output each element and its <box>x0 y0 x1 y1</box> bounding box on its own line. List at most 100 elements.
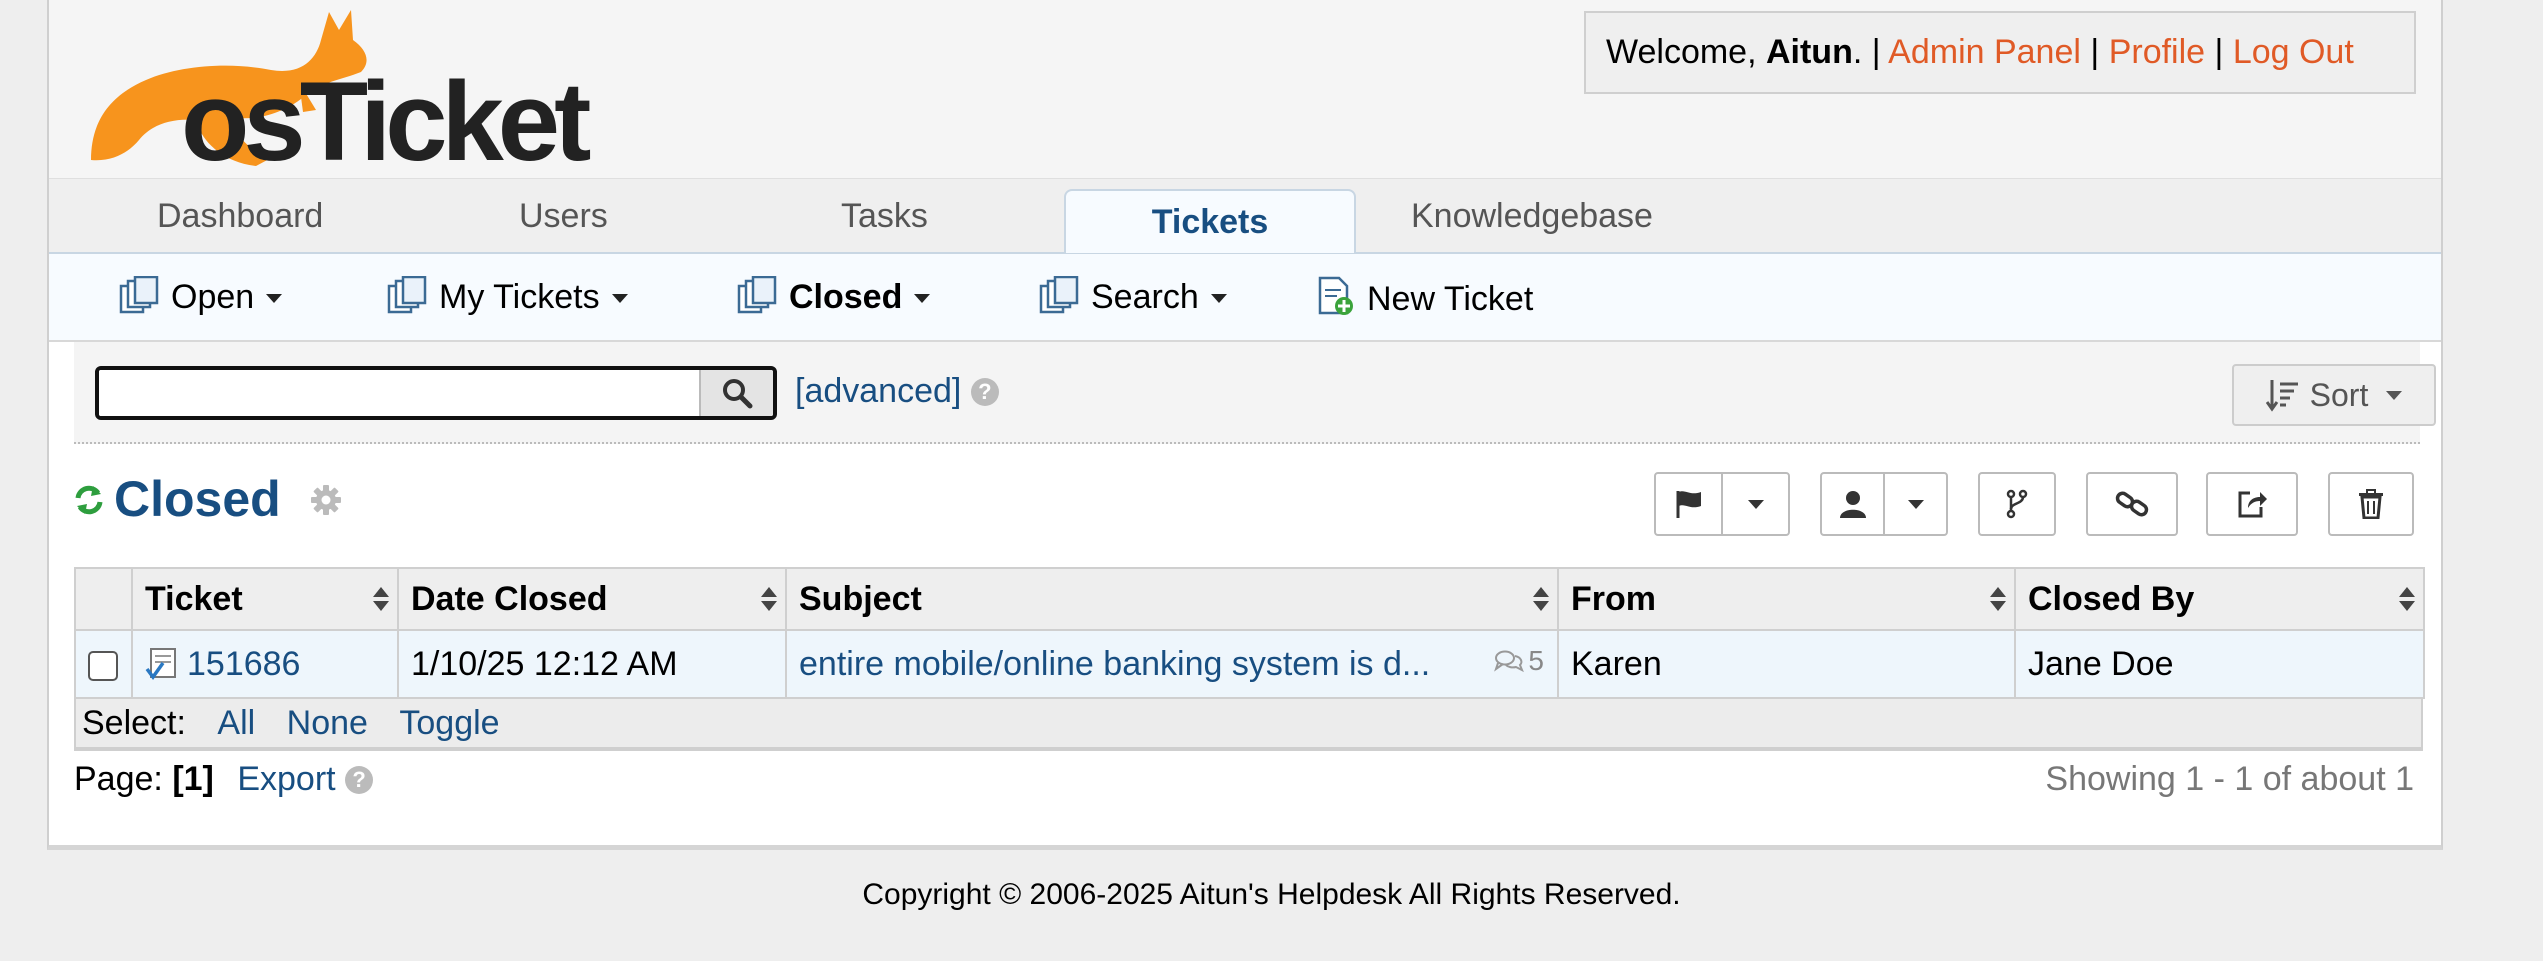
column-header-ticket[interactable]: Ticket <box>131 567 399 631</box>
subnav-closed[interactable]: Closed <box>737 275 931 317</box>
user-icon-wrap[interactable] <box>1822 474 1883 534</box>
logout-link[interactable]: Log Out <box>2233 33 2354 71</box>
subnav-new-ticket-label: New Ticket <box>1367 280 1534 318</box>
flag-icon-wrap[interactable] <box>1656 474 1721 534</box>
delete-button[interactable] <box>2328 472 2414 536</box>
comments-icon <box>1494 650 1525 672</box>
chevron-down-icon <box>1747 499 1764 509</box>
tab-knowledgebase[interactable]: Knowledgebase <box>1411 197 1653 236</box>
link-separator: | <box>2214 33 2224 71</box>
subnav-new-ticket[interactable]: New Ticket <box>1317 276 1533 319</box>
osticket-logo[interactable]: osTicket <box>71 0 611 172</box>
tab-tickets[interactable]: Tickets <box>1064 189 1356 253</box>
welcome-prefix: Welcome, <box>1606 33 1757 71</box>
assign-dropdown-button[interactable] <box>1820 472 1948 536</box>
chevron-down-icon <box>1907 499 1924 509</box>
help-icon[interactable]: ? <box>345 766 374 794</box>
welcome-separator: . | <box>1852 33 1881 71</box>
link-button[interactable] <box>2086 472 2178 536</box>
column-header-label: Date Closed <box>411 579 608 618</box>
select-controls: Select: All None Toggle <box>74 699 2423 751</box>
chevron-down-icon <box>914 294 931 303</box>
row-checkbox[interactable] <box>88 650 118 681</box>
sort-button[interactable]: Sort <box>2232 364 2436 426</box>
sort-icon <box>2265 380 2298 412</box>
from-cell: Karen <box>1557 629 2016 699</box>
results-count: Showing 1 - 1 of about 1 <box>2045 760 2414 798</box>
flag-icon <box>1676 491 1701 518</box>
subject-cell: entire mobile/online banking system is d… <box>785 629 1559 699</box>
subnav-search-label: Search <box>1091 278 1199 316</box>
tab-users[interactable]: Users <box>519 197 608 236</box>
export-link[interactable]: Export <box>237 760 335 798</box>
column-header-date-closed[interactable]: Date Closed <box>397 567 787 631</box>
sub-nav: Open My Tickets Closed Search New Ticket <box>49 254 2441 342</box>
search-input[interactable] <box>99 370 699 416</box>
share-icon <box>2238 491 2267 518</box>
chevron-down-icon <box>1210 294 1227 303</box>
search-icon <box>723 379 753 409</box>
subnav-closed-label: Closed <box>789 278 903 316</box>
select-toggle-link[interactable]: Toggle <box>399 704 499 742</box>
column-header-subject[interactable]: Subject <box>785 567 1559 631</box>
header: osTicket Welcome, Aitun. | Admin Panel |… <box>49 0 2441 178</box>
select-none-link[interactable]: None <box>287 704 368 742</box>
share-button[interactable] <box>2206 472 2298 536</box>
merge-icon <box>2006 489 2028 519</box>
advanced-search-link[interactable]: [advanced] <box>795 372 961 410</box>
flag-dropdown-button[interactable] <box>1654 472 1790 536</box>
select-all-link[interactable]: All <box>217 704 255 742</box>
search-button[interactable] <box>699 370 773 416</box>
link-icon <box>2115 491 2149 517</box>
subject-link[interactable]: entire mobile/online banking system is d… <box>799 645 1430 683</box>
pagination: Page: [1] Export ? <box>74 760 374 799</box>
tickets-stack-icon <box>737 275 777 314</box>
chevron-down-icon <box>266 294 283 303</box>
trash-icon <box>2359 489 2383 519</box>
chevron-down-icon <box>611 294 628 303</box>
profile-link[interactable]: Profile <box>2109 33 2205 71</box>
footer-copyright: Copyright © 2006-2025 Aitun's Helpdesk A… <box>862 878 1681 911</box>
tickets-stack-icon <box>119 275 159 314</box>
advanced-search-group: [advanced] ? <box>795 372 999 411</box>
page-container: osTicket Welcome, Aitun. | Admin Panel |… <box>47 0 2443 850</box>
welcome-username: Aitun <box>1765 33 1853 71</box>
select-column-header <box>74 567 133 631</box>
refresh-icon[interactable] <box>74 484 104 516</box>
column-header-label: Ticket <box>145 579 243 618</box>
gear-icon[interactable] <box>310 484 342 516</box>
tab-dashboard[interactable]: Dashboard <box>157 197 323 236</box>
search-box <box>95 366 777 420</box>
help-icon[interactable]: ? <box>970 378 999 406</box>
column-header-from[interactable]: From <box>1557 567 2016 631</box>
link-separator: | <box>2090 33 2100 71</box>
ticket-number-link[interactable]: 151686 <box>187 645 300 683</box>
thread-count-value: 5 <box>1528 644 1544 676</box>
flag-dropdown-toggle[interactable] <box>1723 474 1788 534</box>
new-ticket-icon <box>1318 276 1353 315</box>
subnav-search[interactable]: Search <box>1039 275 1227 317</box>
welcome-box: Welcome, Aitun. | Admin Panel | Profile … <box>1584 11 2416 94</box>
table-row: 151686 1/10/25 12:12 AM entire mobile/on… <box>74 629 2425 699</box>
merge-button[interactable] <box>1978 472 2056 536</box>
admin-panel-link[interactable]: Admin Panel <box>1888 33 2081 71</box>
ticket-number-cell: 151686 <box>131 629 399 699</box>
tickets-table: Ticket Date Closed Subject From Closed B… <box>74 567 2425 699</box>
subnav-open[interactable]: Open <box>119 275 283 317</box>
assign-dropdown-toggle[interactable] <box>1885 474 1946 534</box>
select-label: Select: <box>82 704 186 742</box>
column-header-closed-by[interactable]: Closed By <box>2014 567 2425 631</box>
tickets-stack-icon <box>387 275 427 314</box>
tab-tasks[interactable]: Tasks <box>841 197 928 236</box>
logo-wordmark: osTicket <box>181 59 590 172</box>
current-page: [1] <box>172 760 214 798</box>
page-title: Closed <box>114 471 281 527</box>
subnav-my-tickets[interactable]: My Tickets <box>387 275 628 317</box>
thread-count: 5 <box>1494 645 1544 677</box>
sort-label: Sort <box>2309 376 2369 413</box>
date-closed-cell: 1/10/25 12:12 AM <box>397 629 787 699</box>
column-header-label: Subject <box>799 579 922 618</box>
subnav-open-label: Open <box>171 278 255 316</box>
search-bar: [advanced] ? Sort <box>74 342 2436 444</box>
column-header-label: Closed By <box>2028 579 2195 618</box>
